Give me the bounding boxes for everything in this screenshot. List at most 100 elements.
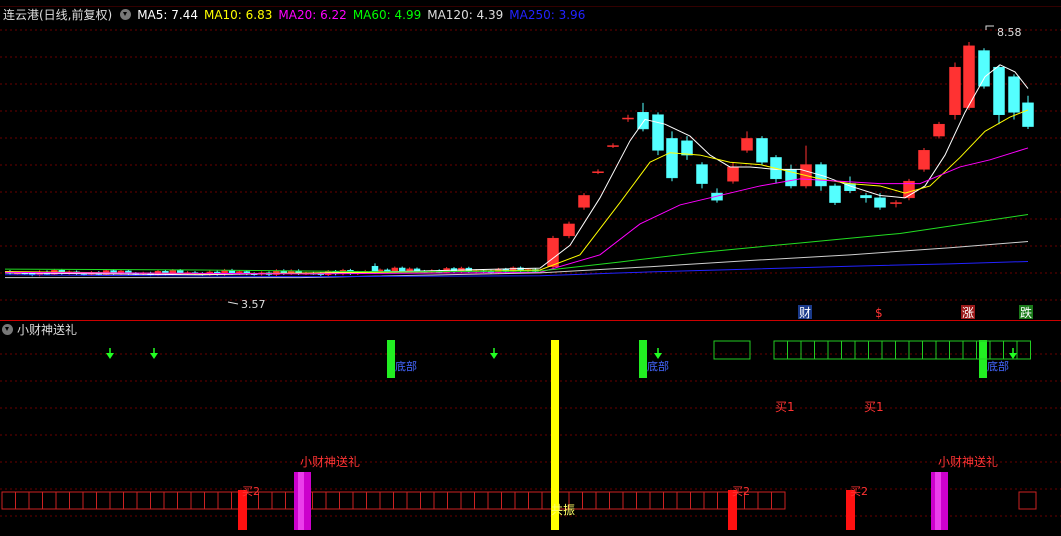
green-box — [868, 340, 883, 360]
green-box — [908, 340, 923, 360]
ma-legend-item: MA5: 7.44 — [137, 8, 198, 22]
gift-bar-highlight — [298, 472, 304, 530]
event-marker: 涨 — [962, 305, 974, 320]
red-box — [55, 491, 70, 510]
candle-body — [829, 185, 841, 203]
candle-body — [652, 114, 664, 151]
gift-label: 小财神送礼 — [300, 454, 360, 469]
down-arrow-icon — [150, 353, 158, 359]
buy2-label: 买2 — [850, 485, 868, 498]
ma-legend-item: MA120: 4.39 — [427, 8, 504, 22]
resonance-label: 共振 — [551, 503, 575, 517]
red-box — [258, 491, 273, 510]
down-arrow-icon — [1009, 353, 1017, 359]
red-box — [163, 491, 178, 510]
red-box — [771, 491, 786, 510]
red-box — [312, 491, 327, 510]
ma5-line — [4, 64, 1029, 276]
red-box — [514, 491, 529, 510]
pane-divider[interactable] — [0, 320, 1061, 321]
red-box — [649, 491, 664, 510]
candlestick-chart[interactable]: 8.58 3.57 财 $ 涨 跌 — [0, 24, 1061, 320]
bottom-signal-bar — [387, 340, 395, 378]
red-box — [190, 491, 205, 510]
candle-body — [918, 150, 930, 170]
candle-body — [563, 223, 575, 237]
red-box — [609, 491, 624, 510]
green-box — [814, 340, 829, 360]
green-box — [895, 340, 910, 360]
red-box — [69, 491, 84, 510]
red-box — [204, 491, 219, 510]
green-box — [922, 340, 937, 360]
red-box — [177, 491, 192, 510]
red-box — [595, 491, 610, 510]
candle-body — [890, 202, 902, 204]
red-box — [636, 491, 651, 510]
ma-legend: MA5: 7.44 MA10: 6.83 MA20: 6.22 MA60: 4.99 M… — [137, 8, 591, 22]
low-marker-line — [227, 301, 239, 305]
green-box — [800, 340, 815, 360]
high-marker-line — [985, 25, 994, 30]
red-box — [352, 491, 367, 510]
red-box — [271, 491, 286, 510]
green-box — [881, 340, 896, 360]
red-box — [1018, 491, 1037, 510]
red-box — [42, 491, 57, 510]
gift-bar-highlight — [935, 472, 941, 530]
candle-body — [592, 171, 604, 173]
candle-body — [949, 66, 961, 115]
candle-body — [398, 267, 406, 272]
bottom-signal-label: 底部 — [395, 359, 417, 373]
green-box — [787, 340, 802, 360]
resonance-bar — [551, 340, 559, 530]
ma-settings-dropdown-icon[interactable] — [120, 9, 132, 20]
event-marker: 跌 — [1020, 305, 1032, 320]
ma-legend-item: MA10: 6.83 — [203, 8, 273, 22]
red-box — [393, 491, 408, 510]
ma-legend-item: MA250: 3.96 — [509, 8, 586, 22]
indicator-settings-dropdown-icon[interactable] — [2, 324, 13, 335]
red-box — [1, 491, 16, 510]
red-box — [703, 491, 718, 510]
candle-body — [547, 237, 559, 267]
bottom-signal-bar — [639, 340, 647, 378]
red-box — [339, 491, 354, 510]
gift-label: 小财神送礼 — [938, 454, 998, 469]
red-box — [447, 491, 462, 510]
candle-body — [756, 138, 768, 163]
buy1-label: 买1 — [864, 400, 884, 414]
green-box — [713, 340, 751, 360]
green-box — [827, 340, 842, 360]
candle-body — [637, 112, 649, 130]
green-box — [841, 340, 856, 360]
ma20-line — [4, 147, 1029, 275]
red-box — [622, 491, 637, 510]
low-price-label: 3.57 — [241, 298, 266, 311]
green-box — [1016, 340, 1031, 360]
red-box — [366, 491, 381, 510]
candle-body — [978, 50, 990, 87]
candle-body — [1008, 76, 1020, 113]
event-marker: 财 — [799, 306, 811, 320]
red-box — [217, 491, 232, 510]
candle-body — [696, 164, 708, 184]
red-box — [433, 491, 448, 510]
indicator-chart[interactable]: 底部 底部 底部买1 买1 共振 买2 买2 买2 小财神送礼 小财神送礼 — [0, 338, 1061, 536]
bottom-signal-label: 底部 — [647, 359, 669, 373]
red-box — [123, 491, 138, 510]
red-box — [379, 491, 394, 510]
high-price-label: 8.58 — [997, 26, 1022, 39]
red-box — [96, 491, 111, 510]
down-arrow-icon — [106, 353, 114, 359]
ma60-line — [4, 213, 1029, 273]
red-box — [663, 491, 678, 510]
down-arrow-icon — [490, 353, 498, 359]
red-box — [136, 491, 151, 510]
chart-header: 连云港(日线,前复权) MA5: 7.44 MA10: 6.83 MA20: 6.22… — [0, 6, 1061, 24]
red-box — [325, 491, 340, 510]
candle-body — [860, 195, 872, 199]
red-box — [460, 491, 475, 510]
candle-body — [1022, 102, 1034, 127]
red-box — [757, 491, 772, 510]
